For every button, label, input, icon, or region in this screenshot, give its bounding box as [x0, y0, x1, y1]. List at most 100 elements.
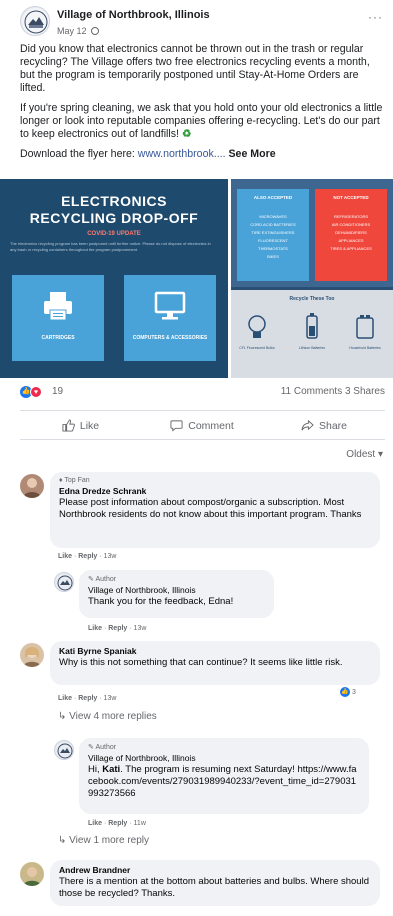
comment-author[interactable]: Village of Northbrook, Illinois — [88, 753, 360, 763]
village-seal-icon — [57, 575, 73, 591]
flyer-not-accepted-item: REFRIGERATORS — [333, 214, 369, 219]
reaction-count[interactable]: 19 — [52, 386, 63, 397]
comment-text: Thank you for the feedback, Edna! — [88, 596, 234, 607]
avatar[interactable] — [54, 572, 74, 592]
author-badge: ✎ Author — [88, 576, 117, 583]
comment-time[interactable]: 13w — [104, 553, 117, 560]
avatar[interactable] — [20, 862, 44, 886]
monitor-icon — [154, 291, 186, 320]
flyer-tips-panel: Recycle These Too CFL Fluorescent Bulbs … — [231, 290, 393, 378]
flyer-accepted-item: THERMOSTATS — [258, 246, 288, 251]
battery-icon — [306, 313, 318, 339]
view-more-replies-link[interactable]: ↳ View 4 more replies — [58, 711, 157, 722]
post-paragraph-1: Did you know that electronics cannot be … — [20, 43, 370, 94]
reactions-summary: 👍 ♥ 19 11 Comments 3 Shares — [20, 385, 385, 401]
comment-bubble: Andrew Brandner There is a mention at th… — [50, 860, 380, 906]
comment-icon — [170, 420, 183, 432]
household-battery-icon — [356, 315, 374, 339]
see-more-link[interactable]: See More — [228, 148, 275, 160]
flyer-accepted-item: CORD ACID BATTERIES — [250, 222, 296, 227]
like-button[interactable]: Like — [20, 411, 141, 440]
share-button[interactable]: Share — [263, 411, 385, 440]
like-reaction-icon: 👍 — [340, 687, 350, 697]
comment: Andrew Brandner There is a mention at th… — [20, 860, 380, 912]
comment-like-link[interactable]: Like — [88, 820, 102, 827]
comment-text: Please post information about compost/or… — [59, 497, 362, 520]
flyer-accepted-box: ALSO ACCEPTED MICROWAVES CORD ACID BATTER… — [237, 189, 309, 281]
comment-reaction[interactable]: 👍 3 — [340, 687, 356, 697]
avatar[interactable] — [20, 643, 44, 667]
comment: ♦ Top Fan Edna Dredze Schrank Please pos… — [20, 472, 380, 562]
comment-bubble: Kati Byrne Spaniak Why is this not somet… — [50, 641, 380, 685]
flyer-covid-update: COVID-19 UPDATE — [87, 231, 141, 237]
comment: Kati Byrne Spaniak Why is this not somet… — [20, 641, 380, 731]
comment-author[interactable]: Kati Byrne Spaniak — [59, 646, 371, 656]
comment-text: Why is this not something that can conti… — [59, 657, 343, 668]
person-avatar-icon — [23, 478, 41, 498]
flyer-not-accepted-item: DEHUMIDIFIERS — [335, 230, 367, 235]
flyer-title: ELECTRONICS RECYCLING DROP-OFF — [29, 193, 199, 226]
comment-reply-link[interactable]: Reply — [78, 553, 97, 560]
comment-reply: ✎ Author Village of Northbrook, Illinois… — [54, 570, 364, 640]
avatar[interactable] — [54, 740, 74, 760]
comment-text: Hi, Kati. The program is resuming next S… — [88, 764, 357, 799]
flyer-card-computers: COMPUTERS & ACCESSORIES — [124, 275, 216, 361]
comment-bubble: ✎ Author Village of Northbrook, Illinois… — [79, 738, 369, 814]
comment-author[interactable]: Edna Dredze Schrank — [59, 486, 371, 496]
comment-bubble: ✎ Author Village of Northbrook, Illinois… — [79, 570, 274, 618]
comment-like-link[interactable]: Like — [58, 553, 72, 560]
thumbs-up-icon — [62, 419, 75, 432]
post-actions: Like Comment Share — [20, 410, 385, 440]
comment-button[interactable]: Comment — [141, 411, 263, 440]
comment-reply-link[interactable]: Reply — [78, 695, 97, 702]
comment-actions: Like · Reply · 13w — [88, 625, 147, 632]
mention-link[interactable]: Kati — [102, 764, 120, 775]
comment-sort-dropdown[interactable]: Oldest ▾ — [346, 449, 383, 460]
comment-reply-link[interactable]: Reply — [108, 820, 127, 827]
flyer-not-accepted-item: APPLIANCES — [338, 238, 364, 243]
comment-time[interactable]: 13w — [104, 695, 117, 702]
flyer-main-panel: ELECTRONICS RECYCLING DROP-OFF COVID-19 … — [0, 179, 228, 378]
comment-actions: Like · Reply · 13w — [58, 695, 117, 702]
comments-shares-count[interactable]: 11 Comments 3 Shares — [281, 386, 385, 397]
flyer-side-panel: ALSO ACCEPTED MICROWAVES CORD ACID BATTER… — [231, 179, 393, 378]
flyer-accepted-item: TIRE EXTINGUISHERS — [251, 230, 295, 235]
flyer-note: The electronics recycling program has be… — [10, 241, 211, 252]
comment-time[interactable]: 13w — [134, 625, 147, 632]
author-badge: ✎ Author — [88, 744, 117, 751]
flyer-link[interactable]: www.northbrook.... — [138, 148, 226, 160]
more-options-button[interactable]: ··· — [368, 10, 383, 24]
comment-bubble: ♦ Top Fan Edna Dredze Schrank Please pos… — [50, 472, 380, 548]
avatar[interactable] — [20, 474, 44, 498]
comment-text: There is a mention at the bottom about b… — [59, 876, 369, 899]
reaction-icons[interactable]: 👍 ♥ — [20, 386, 46, 398]
comment-author[interactable]: Village of Northbrook, Illinois — [88, 585, 265, 595]
share-icon — [301, 419, 314, 431]
view-more-replies-link[interactable]: ↳ View 1 more reply — [58, 835, 149, 846]
comment-like-link[interactable]: Like — [88, 625, 102, 632]
page-avatar[interactable] — [20, 6, 50, 36]
person-avatar-icon — [23, 647, 41, 667]
post-date[interactable]: May 12 — [57, 26, 87, 36]
reply-arrow-icon: ↳ — [58, 711, 67, 722]
village-seal-icon — [57, 743, 73, 759]
comment-actions: Like · Reply · 13w — [58, 553, 117, 560]
flyer-not-accepted-box: NOT ACCEPTED REFRIGERATORS AIR CONDITIONE… — [315, 189, 387, 281]
comment-time[interactable]: 11w — [134, 820, 146, 827]
comment-reply-link[interactable]: Reply — [108, 625, 127, 632]
flyer-accepted-item: BIKES — [267, 254, 279, 259]
post-body: Did you know that electronics cannot be … — [20, 43, 385, 168]
reply-arrow-icon: ↳ — [58, 835, 67, 846]
comment-like-link[interactable]: Like — [58, 695, 72, 702]
flyer-accepted-item: FLUORESCENT — [258, 238, 288, 243]
flyer-image[interactable]: ELECTRONICS RECYCLING DROP-OFF COVID-19 … — [0, 179, 393, 378]
post-meta: May 12 — [57, 26, 99, 36]
flyer-accepted-item: MICROWAVES — [259, 214, 287, 219]
page-name[interactable]: Village of Northbrook, Illinois — [57, 9, 210, 21]
love-reaction-icon: ♥ — [30, 386, 42, 398]
printer-icon — [44, 292, 72, 321]
globe-icon — [90, 27, 99, 35]
village-seal-icon — [22, 8, 49, 35]
comment-author[interactable]: Andrew Brandner — [59, 865, 371, 875]
flyer-not-accepted-item: TIRES & APPLIANCES — [330, 246, 372, 251]
